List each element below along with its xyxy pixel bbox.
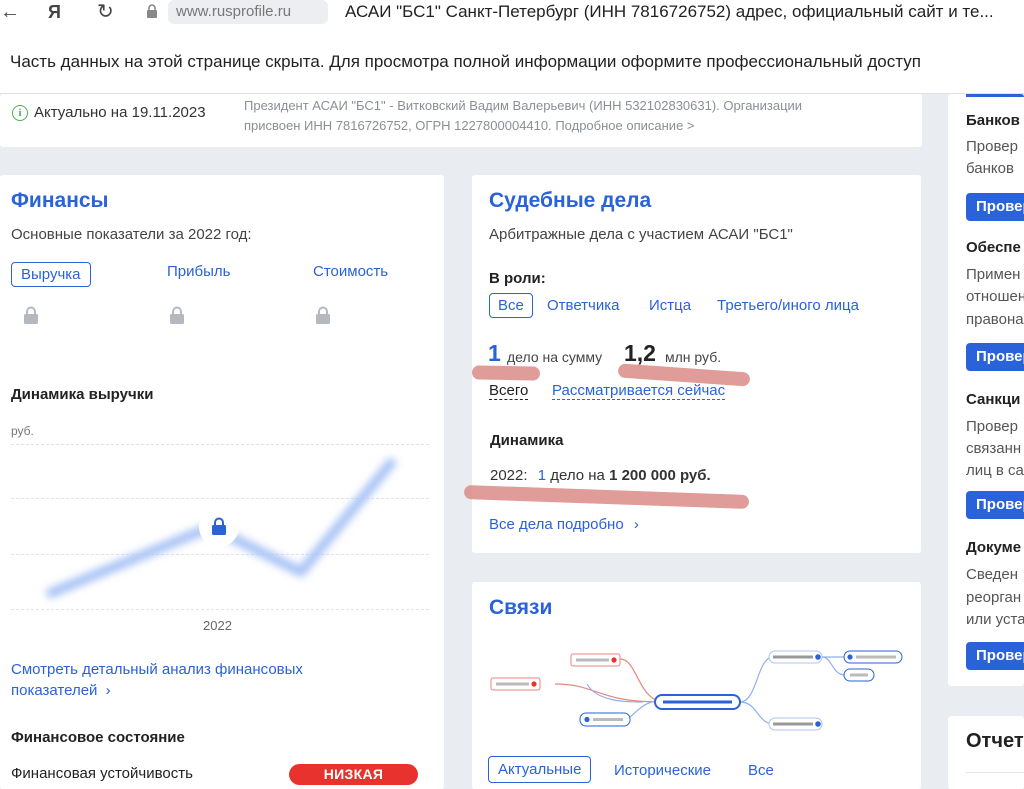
all-cases-link-text: Все дела подробно: [489, 516, 624, 533]
hidden-data-banner: Часть данных на этой странице скрыта. Дл…: [0, 26, 1024, 94]
connections-card: Связи Актуальные Исторические Все: [472, 582, 921, 789]
page-title: АСАИ "БС1" Санкт-Петербург (ИНН 78167267…: [345, 2, 994, 21]
sidebar-divider: [966, 94, 1024, 97]
role-tab-defendant[interactable]: Ответчика: [547, 297, 619, 314]
browser-toolbar: ← Я ↻ www.rusprofile.ru АСАИ "БС1" Санкт…: [0, 0, 1024, 26]
check-button[interactable]: Провер: [966, 491, 1024, 519]
chart-year-label: 2022: [203, 618, 232, 633]
yandex-icon[interactable]: Я: [48, 1, 61, 23]
company-info-card: i Актуально на 19.11.2023 Президент АСАИ…: [0, 94, 922, 147]
redaction-scribble: [471, 365, 541, 381]
sidebar-section-text: или уста: [966, 611, 1024, 628]
sidebar-section-text: связанн: [966, 440, 1022, 457]
stability-badge: НИЗКАЯ: [289, 764, 418, 785]
actual-date: i Актуально на 19.11.2023: [12, 104, 206, 121]
court-cases-card: Судебные дела Арбитражные дела с участие…: [463, 175, 921, 553]
reload-icon[interactable]: ↻: [97, 1, 114, 23]
address-bar[interactable]: www.rusprofile.ru: [168, 0, 328, 24]
tab-all[interactable]: Все: [748, 762, 774, 779]
tab-current[interactable]: Актуальные: [488, 756, 592, 783]
stability-label: Финансовая устойчивость: [11, 765, 193, 782]
sidebar-section-text: Примен: [966, 266, 1021, 283]
court-dynamics-row: 2022: 1 дело на 1 200 000 руб.: [490, 467, 711, 484]
chevron-right-icon: ›: [105, 682, 111, 699]
court-dynamics-title: Динамика: [490, 432, 564, 449]
sidebar-section-title: Докуме: [966, 539, 1022, 556]
president-line-1: Президент АСАИ "БС1" - Витковский Вадим …: [244, 98, 803, 113]
tab-revenue[interactable]: Выручка: [11, 262, 91, 287]
divider: [966, 772, 1024, 789]
finance-subtitle: Основные показатели за 2022 год:: [11, 226, 252, 243]
case-count: 1: [488, 340, 501, 366]
financial-analysis-link[interactable]: Смотреть детальный анализ финансовых пок…: [11, 659, 391, 701]
sidebar-section-text: Сведен: [966, 566, 1019, 583]
reports-card: Отчет: [948, 716, 1024, 789]
filter-all[interactable]: Всего: [489, 382, 529, 400]
banner-text: Часть данных на этой странице скрыта. Дл…: [10, 52, 921, 71]
role-tab-third-party[interactable]: Третьего/иного лица: [717, 297, 859, 314]
president-description[interactable]: Президент АСАИ "БС1" - Витковский Вадим …: [244, 96, 904, 136]
check-button[interactable]: Провер: [966, 193, 1024, 221]
sidebar-section-title: Банков: [966, 112, 1020, 129]
back-arrow-icon[interactable]: ←: [0, 1, 20, 23]
role-label: В роли:: [489, 270, 546, 287]
lock-icon: [316, 306, 330, 324]
connections-graph[interactable]: [487, 644, 907, 744]
dynamics-year: 2022:: [490, 467, 528, 484]
actual-date-text: Актуально на 19.11.2023: [34, 104, 206, 121]
role-tab-plaintiff[interactable]: Истца: [649, 297, 691, 314]
sidebar-section-text: банков: [966, 160, 1014, 177]
sidebar-section-title: Обеспе: [966, 239, 1021, 256]
filter-current[interactable]: Рассматривается сейчас: [552, 382, 726, 400]
sidebar-section-text: реорган: [966, 589, 1022, 606]
dynamics-count[interactable]: 1: [538, 467, 546, 484]
reports-title: Отчет: [966, 730, 1024, 752]
dynamics-text: дело на: [550, 467, 605, 484]
tab-value[interactable]: Стоимость: [313, 263, 388, 280]
check-button[interactable]: Провер: [966, 642, 1024, 670]
connections-title: Связи: [489, 596, 553, 619]
dynamics-amount: 1 200 000 руб.: [609, 467, 711, 484]
lock-icon: [24, 306, 38, 324]
sidebar-section-text: Провер: [966, 138, 1018, 155]
role-tab-all[interactable]: Все: [489, 293, 533, 318]
all-cases-link[interactable]: Все дела подробно ›: [489, 516, 639, 533]
case-amount: 1,2: [624, 340, 656, 366]
finance-title: Финансы: [11, 189, 109, 212]
sidebar-section-text: отношен: [966, 288, 1024, 305]
finance-card: Финансы Основные показатели за 2022 год:…: [0, 175, 444, 789]
checks-sidebar: Банков Провер банков Провер Обеспе Приме…: [948, 94, 1024, 686]
lock-icon: [170, 306, 184, 324]
sidebar-section-text: правона: [966, 311, 1024, 328]
lock-icon: [147, 4, 157, 18]
redaction-scribble: [463, 485, 750, 509]
case-count-text: дело на сумму: [507, 349, 603, 365]
tab-profit[interactable]: Прибыль: [167, 263, 230, 280]
revenue-chart-blurred: [46, 458, 396, 598]
sidebar-section-text: лиц в са: [966, 462, 1024, 479]
court-title: Судебные дела: [489, 189, 652, 212]
info-icon: i: [12, 104, 28, 121]
president-line-2: присвоен ИНН 7816726752, ОГРН 1227800004…: [244, 118, 695, 133]
financial-analysis-link-text: Смотреть детальный анализ финансовых пок…: [11, 661, 303, 699]
sidebar-section-text: Провер: [966, 418, 1018, 435]
check-button[interactable]: Провер: [966, 343, 1024, 371]
tab-historical[interactable]: Исторические: [614, 762, 711, 779]
revenue-dynamics-title: Динамика выручки: [11, 386, 154, 403]
sidebar-section-title: Санкци: [966, 391, 1021, 408]
case-amount-unit: млн руб.: [665, 349, 722, 365]
chevron-right-icon: ›: [633, 516, 639, 533]
court-subtitle: Арбитражные дела с участием АСАИ "БС1": [489, 226, 793, 243]
financial-state-title: Финансовое состояние: [11, 729, 185, 746]
